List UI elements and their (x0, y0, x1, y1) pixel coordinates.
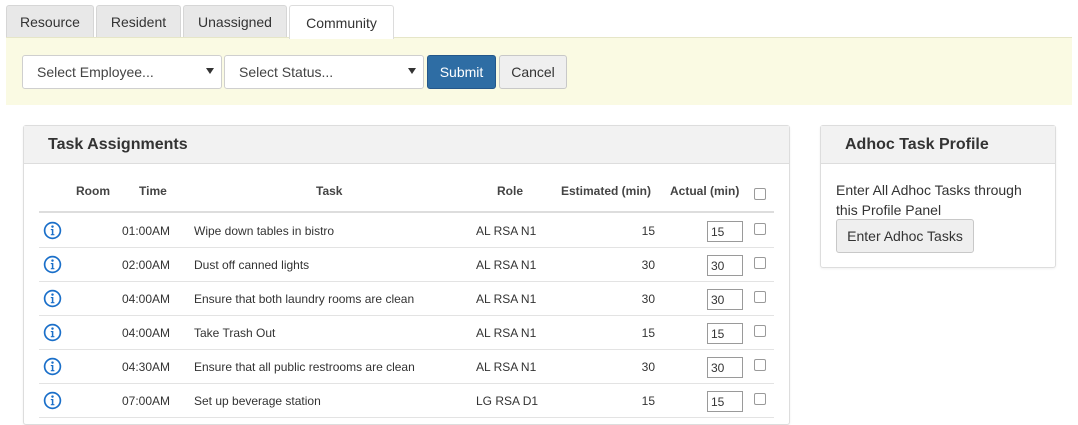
select-all-checkbox[interactable] (754, 188, 766, 200)
table-row: 07:00AM Set up beverage station LG RSA D1 1… (39, 384, 774, 418)
row-select-checkbox[interactable] (754, 393, 766, 405)
actual-minutes-input[interactable] (707, 357, 743, 378)
info-circle-icon[interactable] (43, 323, 62, 342)
cell-estimated: 15 (641, 394, 655, 408)
table-row: 01:00AM Wipe down tables in bistro AL RSA … (39, 214, 774, 248)
column-header-estimated: Estimated (min) (561, 184, 652, 198)
cell-role: AL RSA N1 (476, 224, 537, 238)
column-header-task: Task (316, 184, 343, 198)
actual-minutes-input[interactable] (707, 323, 743, 344)
adhoc-task-panel: Adhoc Task Profile Enter All Adhoc Tasks… (820, 125, 1056, 268)
tab-bar: Resource Resident Unassigned Community (0, 0, 1078, 39)
adhoc-task-title: Adhoc Task Profile (821, 126, 1055, 164)
status-select[interactable]: Select Status... (224, 55, 424, 89)
tab-community[interactable]: Community (289, 5, 394, 39)
info-circle-icon[interactable] (43, 221, 62, 240)
caret-down-icon (206, 68, 214, 74)
table-row: 04:00AM Take Trash Out AL RSA N1 15 (39, 316, 774, 350)
cell-task: Take Trash Out (194, 326, 276, 340)
cell-role: AL RSA N1 (476, 326, 537, 340)
employee-select-value: Select Employee... (37, 64, 154, 80)
column-header-role: Role (497, 184, 524, 198)
cell-role: AL RSA N1 (476, 292, 537, 306)
cell-task: Dust off canned lights (194, 258, 310, 272)
tab-resource[interactable]: Resource (6, 5, 94, 38)
cell-role: AL RSA N1 (476, 360, 537, 374)
employee-select[interactable]: Select Employee... (22, 55, 222, 89)
cell-task: Ensure that all public restrooms are cle… (194, 360, 415, 374)
cancel-button[interactable]: Cancel (499, 55, 567, 89)
cell-task: Wipe down tables in bistro (194, 224, 335, 238)
cell-role: AL RSA N1 (476, 258, 537, 272)
column-header-room: Room (76, 184, 110, 198)
tab-resident[interactable]: Resident (96, 5, 181, 38)
adhoc-description: Enter All Adhoc Tasks through this Profi… (836, 182, 1022, 218)
cell-role: LG RSA D1 (476, 394, 539, 408)
info-circle-icon[interactable] (43, 289, 62, 308)
cell-time: 01:00AM (122, 224, 171, 238)
enter-adhoc-tasks-button[interactable]: Enter Adhoc Tasks (836, 219, 974, 253)
cell-estimated: 15 (641, 326, 655, 340)
table-header-divider (39, 211, 774, 213)
actual-minutes-input[interactable] (707, 289, 743, 310)
cell-time: 07:00AM (122, 394, 171, 408)
row-select-checkbox[interactable] (754, 257, 766, 269)
row-select-checkbox[interactable] (754, 223, 766, 235)
cell-estimated: 30 (641, 292, 655, 306)
table-row: 02:00AM Dust off canned lights AL RSA N1 30 (39, 248, 774, 282)
tab-unassigned[interactable]: Unassigned (183, 5, 287, 38)
column-header-actual: Actual (min) (670, 184, 740, 198)
actual-minutes-input[interactable] (707, 391, 743, 412)
cell-estimated: 30 (641, 258, 655, 272)
cell-estimated: 30 (641, 360, 655, 374)
cell-task: Set up beverage station (194, 394, 321, 408)
row-select-checkbox[interactable] (754, 359, 766, 371)
info-circle-icon[interactable] (43, 255, 62, 274)
filter-bar: Select Employee... Select Status... Subm… (6, 37, 1072, 105)
row-select-checkbox[interactable] (754, 291, 766, 303)
cell-task: Ensure that both laundry rooms are clean (194, 292, 415, 306)
info-circle-icon[interactable] (43, 357, 62, 376)
table-row: 04:00AM Ensure that both laundry rooms ar… (39, 282, 774, 316)
column-header-time: Time (139, 184, 167, 198)
cell-time: 02:00AM (122, 258, 171, 272)
task-assignments-panel: Task Assignments Room Time Task Role Est… (23, 125, 790, 425)
cell-estimated: 15 (641, 224, 655, 238)
caret-down-icon (408, 68, 416, 74)
cell-time: 04:30AM (122, 360, 171, 374)
task-assignments-title: Task Assignments (24, 126, 789, 164)
status-select-value: Select Status... (239, 64, 334, 80)
row-select-checkbox[interactable] (754, 325, 766, 337)
table-row: 04:30AM Ensure that all public restrooms … (39, 350, 774, 384)
submit-button[interactable]: Submit (427, 55, 496, 89)
cell-time: 04:00AM (122, 326, 171, 340)
actual-minutes-input[interactable] (707, 221, 743, 242)
actual-minutes-input[interactable] (707, 255, 743, 276)
info-circle-icon[interactable] (43, 391, 62, 410)
cell-time: 04:00AM (122, 292, 171, 306)
